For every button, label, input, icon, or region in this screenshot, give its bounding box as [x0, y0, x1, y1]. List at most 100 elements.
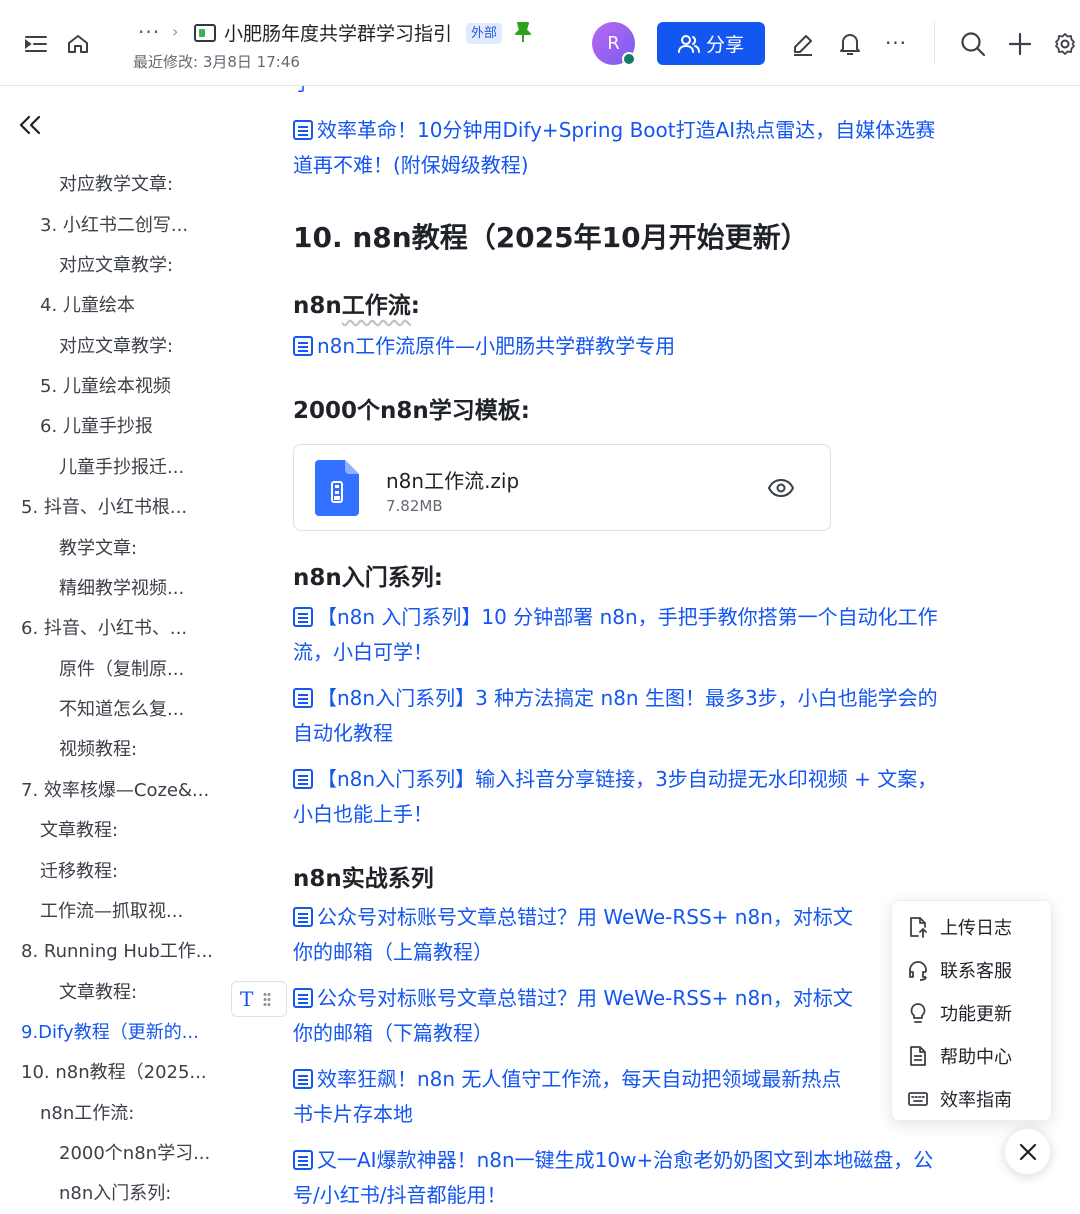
file-size: 7.82MB	[386, 497, 443, 515]
home-icon[interactable]	[64, 31, 92, 57]
toc-item[interactable]: 迁移教程:	[40, 857, 118, 883]
toc-item[interactable]: 精细教学视频...	[59, 574, 184, 600]
menu-item-upload-log[interactable]: 上传日志	[892, 905, 1053, 948]
toc-item[interactable]: 6. 儿童手抄报	[40, 412, 153, 438]
doc-link-cont[interactable]: 你的邮箱（下篇教程）	[293, 1016, 493, 1051]
subheading-templates: 2000个n8n学习模板:	[293, 398, 530, 424]
doc-link[interactable]: 【n8n入门系列】输入抖音分享链接，3步自动提无水印视频 + 文案，	[293, 762, 937, 797]
toc-item[interactable]: 4. 儿童绘本	[40, 291, 135, 317]
menu-item-contact-support[interactable]: 联系客服	[892, 948, 1053, 991]
close-float-menu-button[interactable]	[1004, 1128, 1051, 1175]
heading-part: n8n	[293, 293, 342, 319]
menu-item-help-center[interactable]: 帮助中心	[892, 1034, 1053, 1077]
settings-gear-icon[interactable]	[1052, 30, 1078, 58]
doc-link-cont[interactable]: 道再不难！(附保姆级教程)	[293, 148, 529, 183]
more-options-icon[interactable]: ···	[880, 30, 912, 56]
lightbulb-icon	[910, 1002, 926, 1023]
doc-link-cont[interactable]: 号/小红书/抖音都能用！	[293, 1178, 506, 1213]
toc-item[interactable]: 3. 小红书二创写...	[40, 211, 188, 237]
file-name: n8n工作流.zip	[386, 469, 520, 493]
toc-item[interactable]: 原件（复制原...	[59, 655, 184, 681]
subheading-practice: n8n实战系列	[293, 866, 434, 892]
doc-link-icon	[293, 688, 313, 708]
toc-item[interactable]: 对应教学文章:	[59, 170, 173, 196]
close-icon	[1019, 1143, 1036, 1160]
toc-item[interactable]: 文章教程:	[59, 978, 137, 1004]
file-attachment-card[interactable]: n8n工作流.zip 7.82MB	[293, 444, 831, 531]
toc-item[interactable]: 10. n8n教程（2025...	[21, 1058, 207, 1084]
doc-link[interactable]: 公众号对标账号文章总错过？用 WeWe-RSS+ n8n，对标文	[293, 900, 853, 935]
search-icon[interactable]	[959, 30, 987, 58]
toc-item[interactable]: 5. 抖音、小红书根...	[21, 493, 187, 519]
share-label: 分享	[705, 34, 744, 56]
menu-item-label: 功能更新	[940, 1003, 1012, 1025]
subheading-intro: n8n入门系列:	[293, 565, 443, 591]
doc-link-text: 效率革命！10分钟用Dify+Spring Boot打造AI热点雷达，自媒体选赛	[317, 118, 936, 142]
doc-link-icon	[293, 607, 313, 627]
preview-eye-icon[interactable]	[768, 477, 794, 499]
sheet-doc-icon	[194, 24, 216, 42]
doc-link[interactable]: n8n工作流原件—小肥肠共学群教学专用	[293, 329, 675, 364]
doc-link[interactable]: 【n8n入门系列】3 种方法搞定 n8n 生图！最多3步，小白也能学会的	[293, 681, 938, 716]
toc-item[interactable]: 视频教程:	[59, 735, 137, 761]
doc-link-text: 效率狂飙！n8n 无人值守工作流，每天自动把领域最新热点	[317, 1067, 842, 1091]
header-divider	[934, 22, 935, 64]
toc-item[interactable]: 7. 效率核爆—Coze&...	[21, 776, 209, 802]
toc-item[interactable]: 6. 抖音、小红书、...	[21, 614, 187, 640]
toc-item[interactable]: 2000个n8n学习...	[59, 1139, 210, 1165]
toc-item[interactable]: 5. 儿童绘本视频	[40, 372, 171, 398]
collapse-sidebar-icon[interactable]	[18, 114, 44, 140]
section-heading: 10. n8n教程（2025年10月开始更新）	[293, 221, 809, 254]
doc-link[interactable]: 【n8n 入门系列】10 分钟部署 n8n，手把手教你搭第一个自动化工作	[293, 600, 938, 635]
toc-item[interactable]: n8n工作流:	[40, 1099, 134, 1125]
page-title[interactable]: 小肥肠年度共学群学习指引	[224, 19, 452, 46]
toc-item[interactable]: 不知道怎么复...	[59, 695, 184, 721]
toc-item[interactable]: 儿童手抄报迁...	[59, 453, 184, 479]
menu-item-feature-updates[interactable]: 功能更新	[892, 991, 1053, 1034]
menu-item-label: 帮助中心	[940, 1046, 1012, 1068]
help-float-menu: 上传日志 联系客服 功能更新 帮助中心 效率指南	[891, 900, 1052, 1121]
external-badge: 外部	[466, 23, 503, 44]
doc-link-icon	[293, 907, 313, 927]
outline-toggle-icon[interactable]	[22, 31, 50, 57]
menu-item-label: 联系客服	[940, 960, 1012, 982]
add-icon[interactable]	[1006, 30, 1034, 58]
toc-item[interactable]: 8. Running Hub工作...	[21, 937, 213, 963]
breadcrumb-separator-icon: ›	[172, 22, 179, 41]
menu-item-efficiency-guide[interactable]: 效率指南	[892, 1077, 1053, 1120]
toc-item[interactable]: 对应文章教学:	[59, 251, 173, 277]
doc-link[interactable]: 效率狂飙！n8n 无人值守工作流，每天自动把领域最新热点	[293, 1062, 841, 1097]
doc-link-icon	[293, 120, 313, 140]
share-button[interactable]: 分享	[657, 22, 765, 65]
pin-icon[interactable]	[513, 21, 533, 43]
toc-item[interactable]: 文章教程:	[40, 816, 118, 842]
doc-link[interactable]: 效率革命！10分钟用Dify+Spring Boot打造AI热点雷达，自媒体选赛	[293, 113, 935, 148]
doc-link[interactable]: 又一AI爆款神器！n8n一键生成10w+治愈老奶奶图文到本地磁盘，公	[293, 1143, 933, 1178]
toc-item-active[interactable]: 9.Dify教程（更新的...	[21, 1018, 199, 1044]
heading-part: :	[410, 293, 420, 319]
toc-item[interactable]: 对应文章教学:	[59, 332, 173, 358]
doc-link-cont[interactable]: 自动化教程	[293, 716, 393, 751]
doc-link-text: 【n8n 入门系列】10 分钟部署 n8n，手把手教你搭第一个自动化工作	[317, 605, 938, 629]
doc-link[interactable]: 公众号对标账号文章总错过？用 WeWe-RSS+ n8n，对标文	[293, 981, 853, 1016]
doc-link-text: n8n工作流原件—小肥肠共学群教学专用	[317, 334, 676, 358]
doc-link-cont[interactable]: 流，小白可学！	[293, 635, 433, 670]
block-handle[interactable]: T	[231, 981, 287, 1017]
heading-part-spellcheck: 工作流	[341, 293, 411, 319]
menu-item-label: 效率指南	[940, 1089, 1012, 1111]
doc-link-cont[interactable]: 小白也能上手！	[293, 797, 433, 832]
bell-icon[interactable]	[836, 31, 864, 57]
edit-pen-icon[interactable]	[789, 31, 817, 57]
text-block-type-icon: T	[240, 987, 254, 1011]
toc-item[interactable]: 工作流—抓取视...	[40, 897, 183, 923]
doc-link-text: 公众号对标账号文章总错过？用 WeWe-RSS+ n8n，对标文	[317, 986, 853, 1010]
toc-item[interactable]: n8n入门系列:	[59, 1179, 171, 1205]
toc-item[interactable]: 教学文章:	[59, 534, 137, 560]
breadcrumb-more[interactable]: ···	[138, 20, 160, 44]
drag-handle-icon[interactable]	[263, 992, 272, 1006]
last-modified: 最近修改: 3月8日 17:46	[133, 53, 300, 71]
doc-link-text: 【n8n入门系列】3 种方法搞定 n8n 生图！最多3步，小白也能学会的	[317, 686, 938, 710]
doc-link-cont[interactable]: 书卡片存本地	[293, 1097, 413, 1132]
keyboard-icon	[908, 1091, 928, 1106]
doc-link-cont[interactable]: 你的邮箱（上篇教程）	[293, 935, 493, 970]
